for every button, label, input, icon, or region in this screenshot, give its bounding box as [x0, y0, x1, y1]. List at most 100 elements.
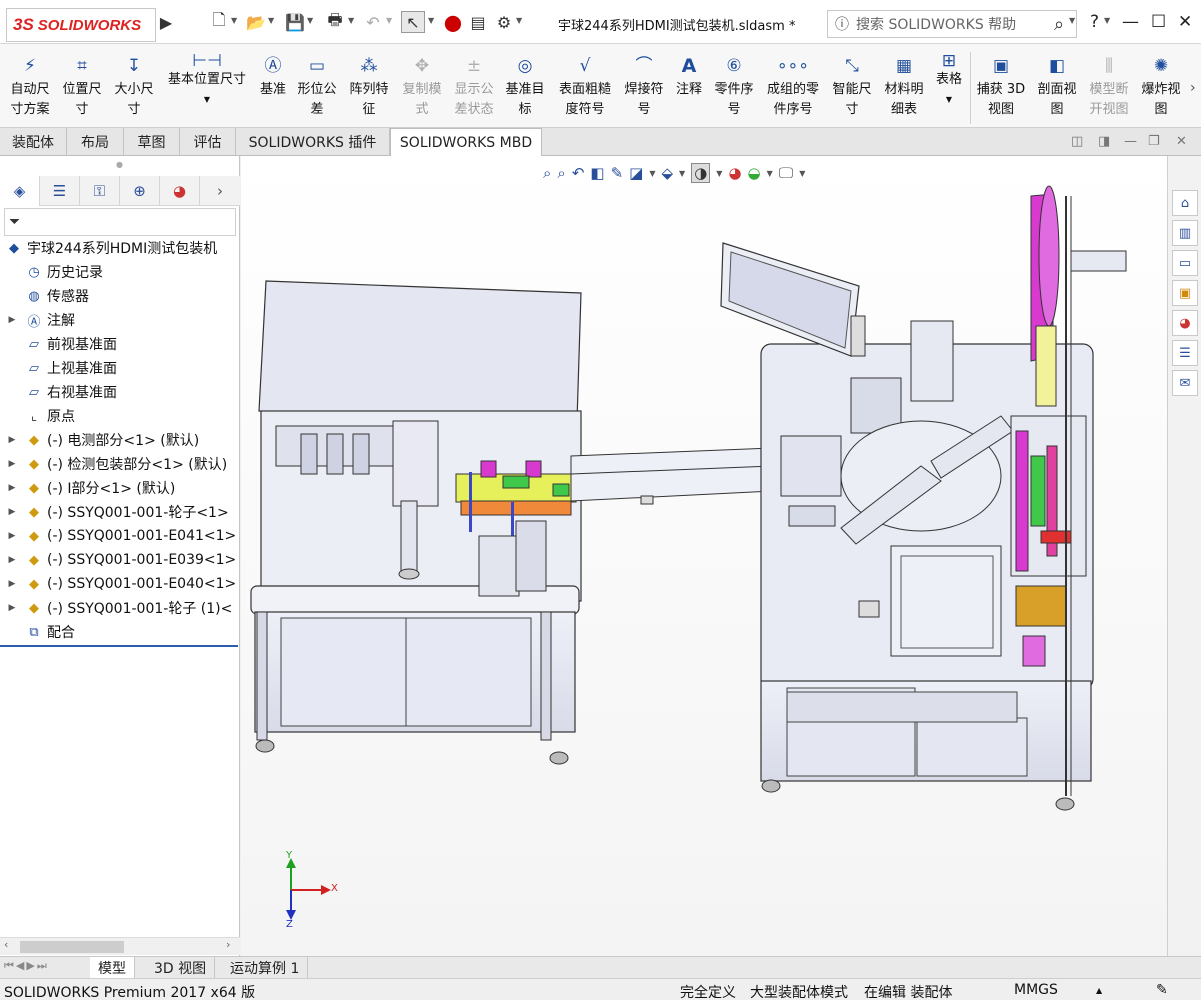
print-icon[interactable]: 🖶 — [323, 10, 347, 33]
forum-icon[interactable]: ✉ — [1172, 370, 1198, 396]
tab-sketch[interactable]: 草图 — [124, 128, 180, 156]
expand-arrow-icon[interactable]: ▶ — [6, 579, 18, 589]
tree-item-component[interactable]: ▶ ◆ (-) SSYQ001-001-轮子<1> — [0, 500, 240, 524]
scroll-left-icon[interactable]: ‹ — [4, 938, 8, 951]
tab-assembly[interactable]: 装配体 — [0, 128, 67, 156]
expand-arrow-icon[interactable]: ▶ — [6, 603, 18, 613]
help-button[interactable]: ? — [1090, 12, 1099, 32]
select-dropdown-icon[interactable]: ▼ — [428, 16, 434, 25]
solidworks-logo[interactable]: 3S SOLIDWORKS — [6, 8, 156, 42]
viewport-tile-icon[interactable]: ◨ — [1098, 134, 1110, 149]
tree-item-component[interactable]: ▶ ◆ (-) 检测包装部分<1> (默认) — [0, 452, 240, 476]
weld-symbol-button[interactable]: ⌒ 焊接符号 — [620, 52, 668, 120]
basic-location-dropdown-icon[interactable]: ▼ — [204, 90, 210, 110]
tree-item-top-plane[interactable]: ▱ 上视基准面 — [0, 356, 240, 380]
tab-scroll-arrows-icon[interactable]: ⏮◀▶⏭ — [4, 959, 49, 973]
appearances-icon[interactable]: ◕ — [1172, 310, 1198, 336]
tab-3d-view[interactable]: 3D 视图 — [146, 957, 216, 979]
options-gear-icon[interactable]: ⚙ — [494, 11, 514, 33]
model-break-view-button[interactable]: ⫼ 模型断 开视图 — [1086, 52, 1132, 120]
new-file-icon[interactable]: 🗋 — [208, 10, 230, 33]
save-icon[interactable]: 💾 — [284, 11, 306, 33]
expand-arrow-icon[interactable]: ▶ — [6, 483, 18, 493]
open-file-dropdown-icon[interactable]: ▼ — [268, 16, 274, 25]
dimxpert-manager-icon[interactable]: ⊕ — [120, 175, 160, 206]
options-dropdown-icon[interactable]: ▼ — [516, 16, 522, 25]
table-button[interactable]: ⊞ 表格 ▼ — [932, 51, 966, 110]
maximize-icon[interactable]: ☐ — [1151, 12, 1166, 32]
undo-dropdown-icon[interactable]: ▼ — [386, 16, 392, 25]
unit-system[interactable]: MMGS — [1014, 982, 1058, 998]
display-manager-icon[interactable]: ◕ — [160, 175, 200, 206]
expand-arrow-icon[interactable]: ▶ — [6, 531, 18, 541]
feature-manager-icon[interactable]: ◈ — [0, 175, 40, 206]
unit-system-dropdown-icon[interactable]: ▲ — [1096, 986, 1102, 995]
customize-icon[interactable]: ✎ — [1156, 982, 1168, 998]
property-manager-icon[interactable]: ☰ — [40, 175, 80, 206]
show-tolerance-status-button[interactable]: ± 显示公 差状态 — [450, 52, 498, 120]
tree-item-front-plane[interactable]: ▱ 前视基准面 — [0, 332, 240, 356]
solidworks-resources-icon[interactable]: ⌂ — [1172, 190, 1198, 216]
minimize-icon[interactable]: — — [1122, 12, 1139, 32]
viewport-close-icon[interactable]: ✕ — [1176, 134, 1187, 149]
tree-filter[interactable]: ⏷ — [4, 208, 236, 236]
search-dropdown-icon[interactable]: ▼ — [1069, 16, 1075, 25]
help-dropdown-icon[interactable]: ▼ — [1104, 16, 1110, 25]
panel-horizontal-scrollbar[interactable]: ‹ › — [0, 937, 240, 955]
basic-location-dimension-button[interactable]: ⊢⊣ 基本位置尺寸 ▼ — [162, 51, 252, 110]
expand-arrow-icon[interactable]: ▶ — [6, 555, 18, 565]
tab-model[interactable]: 模型 — [90, 957, 135, 979]
save-dropdown-icon[interactable]: ▼ — [307, 16, 313, 25]
location-dimension-button[interactable]: ⌗ 位置尺寸 — [58, 52, 106, 120]
expand-arrow-icon[interactable]: ▶ — [6, 459, 18, 469]
tree-item-right-plane[interactable]: ▱ 右视基准面 — [0, 380, 240, 404]
scrollbar-thumb[interactable] — [20, 941, 124, 953]
tab-motion-study[interactable]: 运动算例 1 — [222, 957, 309, 979]
file-properties-icon[interactable]: ▤ — [468, 11, 488, 33]
capture-3d-view-button[interactable]: ▣ 捕获 3D 视图 — [974, 52, 1028, 120]
tab-solidworks-mbd[interactable]: SOLIDWORKS MBD — [390, 128, 542, 157]
datum-button[interactable]: Ⓐ 基准 — [256, 52, 290, 100]
stacked-balloon-button[interactable]: ∘∘∘ 成组的零 件序号 — [762, 52, 824, 120]
tree-item-history[interactable]: ◷ 历史记录 — [0, 260, 240, 284]
tab-evaluate[interactable]: 评估 — [180, 128, 236, 156]
exploded-view-button[interactable]: ✺ 爆炸视图 — [1136, 52, 1186, 120]
expand-arrow-icon[interactable]: ▶ — [6, 435, 18, 445]
help-search-box[interactable]: ⓘ 搜索 SOLIDWORKS 帮助 ⌕ — [827, 10, 1077, 38]
surface-finish-button[interactable]: √ 表面粗糙 度符号 — [554, 52, 616, 120]
custom-properties-icon[interactable]: ☰ — [1172, 340, 1198, 366]
bom-button[interactable]: ▦ 材料明 细表 — [880, 52, 928, 120]
tab-layout[interactable]: 布局 — [67, 128, 124, 156]
file-explorer-icon[interactable]: ▭ — [1172, 250, 1198, 276]
geometric-tolerance-button[interactable]: ▭ 形位公差 — [294, 52, 340, 120]
tree-item-component[interactable]: ▶ ◆ (-) SSYQ001-001-E039<1> — [0, 548, 240, 572]
search-input[interactable]: 搜索 SOLIDWORKS 帮助 — [856, 14, 1042, 34]
tree-item-component[interactable]: ▶ ◆ (-) SSYQ001-001-E040<1> — [0, 572, 240, 596]
viewport-minimize-icon[interactable]: — — [1124, 134, 1137, 149]
panel-more-icon[interactable]: › — [200, 176, 240, 206]
tree-item-annotations[interactable]: ▶ Ⓐ 注解 — [0, 308, 240, 332]
tree-item-component[interactable]: ▶ ◆ (-) SSYQ001-001-E041<1> — [0, 524, 240, 548]
select-arrow-icon[interactable]: ↖ — [401, 11, 425, 33]
tree-item-origin[interactable]: ⌞ 原点 — [0, 404, 240, 428]
balloon-button[interactable]: ⑥ 零件序号 — [710, 52, 758, 120]
open-file-icon[interactable]: 📂 — [245, 11, 267, 33]
close-icon[interactable]: ✕ — [1178, 12, 1192, 32]
view-palette-icon[interactable]: ▣ — [1172, 280, 1198, 306]
ribbon-more-icon[interactable]: › — [1190, 80, 1196, 96]
expand-arrow-icon[interactable]: ▶ — [6, 507, 18, 517]
auto-dimension-button[interactable]: ⚡ 自动尺 寸方案 — [6, 52, 54, 120]
note-button[interactable]: A 注释 — [672, 52, 706, 100]
tree-item-component[interactable]: ▶ ◆ (-) I部分<1> (默认) — [0, 476, 240, 500]
smart-dimension-button[interactable]: ⤡ 智能尺寸 — [828, 52, 876, 120]
undo-icon[interactable]: ↶ — [362, 11, 384, 33]
viewport-maximize-icon[interactable]: ❐ — [1148, 134, 1160, 149]
tree-item-root[interactable]: ◆ 宇球244系列HDMI测试包装机 — [0, 236, 240, 260]
configuration-manager-icon[interactable]: ⚿ — [80, 175, 120, 206]
size-dimension-button[interactable]: ↧ 大小尺寸 — [110, 52, 158, 120]
table-dropdown-icon[interactable]: ▼ — [946, 90, 952, 110]
traffic-light-icon[interactable]: ⬤ — [444, 11, 462, 33]
tab-solidworks-addins[interactable]: SOLIDWORKS 插件 — [236, 128, 390, 156]
tree-item-component[interactable]: ▶ ◆ (-) 电测部分<1> (默认) — [0, 428, 240, 452]
panel-splitter-handle[interactable]: ● — [116, 160, 123, 169]
